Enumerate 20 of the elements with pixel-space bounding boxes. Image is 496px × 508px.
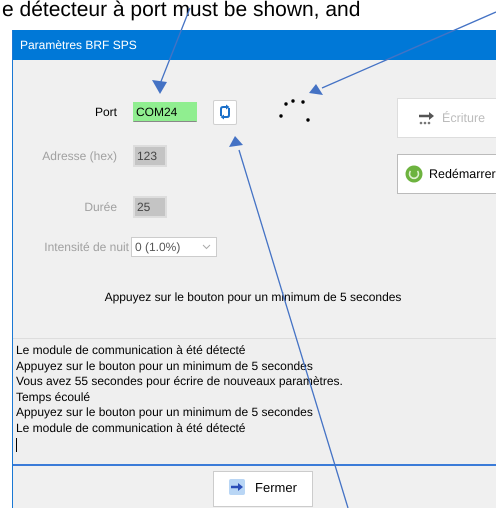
log-line: Le module de communication à été détecté bbox=[16, 343, 246, 358]
log-line: Appuyez sur le bouton pour un minimum de 5 secondes bbox=[16, 405, 314, 420]
input-field[interactable]: COM24 bbox=[133, 102, 197, 122]
restart-button[interactable]: Redémarrer bbox=[397, 154, 496, 194]
log-line: Le module de communication à été détecté bbox=[16, 420, 246, 436]
chevron-icon bbox=[202, 244, 211, 250]
power-icon bbox=[405, 165, 423, 183]
refresh-icon bbox=[218, 104, 232, 120]
arrow-icon bbox=[418, 111, 436, 125]
text-cursor bbox=[16, 438, 17, 452]
field-label: Adresse (hex) bbox=[41, 149, 118, 163]
field-label: Durée bbox=[83, 200, 118, 214]
window-title: Paramètres BRF SPS bbox=[19, 38, 137, 52]
refresh-button[interactable] bbox=[213, 100, 237, 124]
log-line: Temps écoulé bbox=[16, 390, 92, 405]
field-label: Port bbox=[94, 105, 118, 119]
field-label: Intensité de nuit bbox=[43, 240, 130, 254]
annotation-text: e détecteur à port must be shown, and bbox=[2, 0, 360, 22]
close-dialog-button[interactable]: Fermer bbox=[213, 471, 313, 507]
log-area[interactable] bbox=[13, 338, 496, 466]
